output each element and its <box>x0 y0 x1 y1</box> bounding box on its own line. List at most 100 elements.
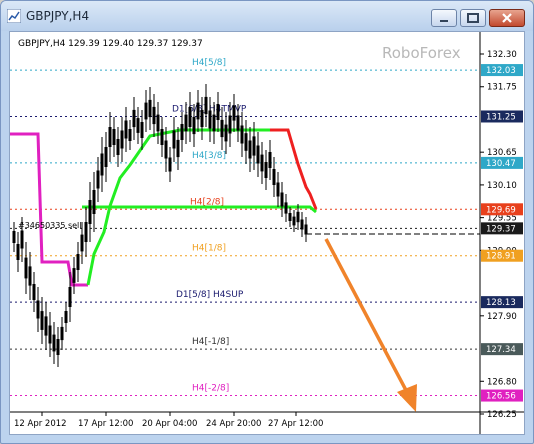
price-bar-body <box>16 244 20 260</box>
price-bar-body <box>296 211 300 223</box>
price-bar-body <box>56 339 60 355</box>
price-bar-body <box>276 182 280 197</box>
price-bar-body <box>288 213 292 221</box>
price-tag-label: 128.13 <box>486 298 516 308</box>
price-bar-body <box>72 268 76 283</box>
price-tag-label: 130.47 <box>486 159 516 169</box>
price-tick-label: 126.25 <box>487 410 517 420</box>
price-bar-body <box>304 224 308 235</box>
price-bar-body <box>132 109 136 128</box>
price-bar-body <box>196 102 200 120</box>
price-bar-body <box>272 169 276 185</box>
price-bar-body <box>20 230 24 249</box>
time-ticks: 12 Apr 2012 17 Apr 12:00 20 Apr 04:00 24 Ap… <box>14 412 323 429</box>
price-bar-body <box>40 311 44 330</box>
price-bar-body <box>264 162 268 178</box>
title-bar[interactable]: GBPJPY,H4 <box>1 1 533 31</box>
price-bar-body <box>80 234 84 252</box>
price-bar-body <box>76 254 80 270</box>
chart-icon <box>7 9 21 23</box>
price-bar-body <box>12 231 16 243</box>
price-bar-body <box>84 222 88 242</box>
price-bar-body <box>188 107 192 127</box>
price-bar-body <box>36 300 40 319</box>
time-tick-label: 12 Apr 2012 <box>14 419 67 429</box>
price-bar-body <box>68 287 72 307</box>
price-tag-label: 128.91 <box>486 252 516 262</box>
price-bar-body <box>152 106 156 125</box>
price-tick-label: 126.80 <box>487 377 517 387</box>
price-tick-label: 130.65 <box>487 148 517 158</box>
price-bar-body <box>44 316 48 336</box>
price-bar-body <box>240 125 244 144</box>
price-bar-body <box>172 130 176 149</box>
price-bar-body <box>164 140 168 159</box>
price-bar-body <box>260 154 264 172</box>
level-label: H4[-1/8] <box>192 337 229 347</box>
price-bar-body <box>96 170 100 189</box>
price-bar-body <box>140 122 144 138</box>
price-bar-body <box>244 133 248 151</box>
price-bar-body <box>204 96 208 115</box>
window-title: GBPJPY,H4 <box>26 9 90 23</box>
minimize-button[interactable] <box>431 9 457 27</box>
price-tag-label: 129.37 <box>486 224 516 234</box>
maximize-button[interactable] <box>460 9 486 27</box>
watermark: RoboForex <box>382 44 461 62</box>
time-tick-label: 17 Apr 12:00 <box>78 419 133 429</box>
chart-area[interactable]: GBPJPY,H4 129.39 129.40 129.37 129.37 Ro… <box>9 31 525 435</box>
price-bars <box>12 84 480 367</box>
price-tick-label: 132.30 <box>487 50 517 60</box>
price-bar-body <box>236 115 240 131</box>
price-tick-label: 131.75 <box>487 83 517 93</box>
price-bar-body <box>284 202 288 214</box>
price-bar-body <box>228 115 232 134</box>
level-label: D1[5/8] H4SUP <box>176 290 244 300</box>
price-bar-body <box>28 266 32 286</box>
price-bar-body <box>160 129 164 145</box>
price-chart[interactable]: GBPJPY,H4 129.39 129.40 129.37 129.37 Ro… <box>10 32 524 434</box>
price-bar-body <box>292 216 296 226</box>
price-tick-label: 127.90 <box>487 312 517 322</box>
price-bar-body <box>92 190 96 214</box>
price-bar-body <box>144 102 148 120</box>
price-bar-body <box>116 139 120 155</box>
price-bar-body <box>136 118 140 133</box>
price-bar-body <box>280 192 284 207</box>
price-bar-body <box>184 114 188 132</box>
price-bar-body <box>64 311 68 323</box>
price-bar-body <box>300 219 304 230</box>
price-bar-body <box>88 200 92 224</box>
order-label: #34650335 sell <box>18 221 82 230</box>
price-tag-label: 126.56 <box>486 392 516 402</box>
price-tag-label: 132.03 <box>486 66 516 76</box>
price-bar-body <box>32 284 36 300</box>
price-bar-body <box>104 147 108 167</box>
level-label: H4[3/8] <box>192 151 226 161</box>
time-tick-label: 24 Apr 20:00 <box>206 419 261 429</box>
forecast-arrow <box>324 238 417 412</box>
price-tag-label: 127.34 <box>486 345 516 355</box>
price-bar-body <box>256 145 260 164</box>
price-bar-body <box>216 104 220 120</box>
price-bar-body <box>208 110 212 129</box>
price-bar-body <box>60 326 64 341</box>
price-bar-body <box>24 257 28 279</box>
price-tick-label: 130.10 <box>487 181 517 191</box>
price-bar-body <box>156 114 160 132</box>
price-bar-body <box>224 124 228 142</box>
price-tag-label: 129.69 <box>486 205 516 215</box>
price-bar-body <box>220 119 224 138</box>
level-label: H4[-2/8] <box>192 384 229 394</box>
price-bar-body <box>268 152 272 168</box>
level-label: H4[5/8] <box>192 58 226 68</box>
price-bar-body <box>252 136 256 156</box>
price-bar-body <box>232 105 236 121</box>
price-ticks: 132.30131.75130.65130.10129.55129.00127.… <box>480 50 517 420</box>
minimize-icon <box>440 20 448 22</box>
price-bar-body <box>248 140 252 159</box>
close-icon <box>502 13 512 23</box>
price-bar-body <box>128 129 132 141</box>
time-tick-label: 27 Apr 12:00 <box>268 419 323 429</box>
close-button[interactable] <box>489 9 525 27</box>
